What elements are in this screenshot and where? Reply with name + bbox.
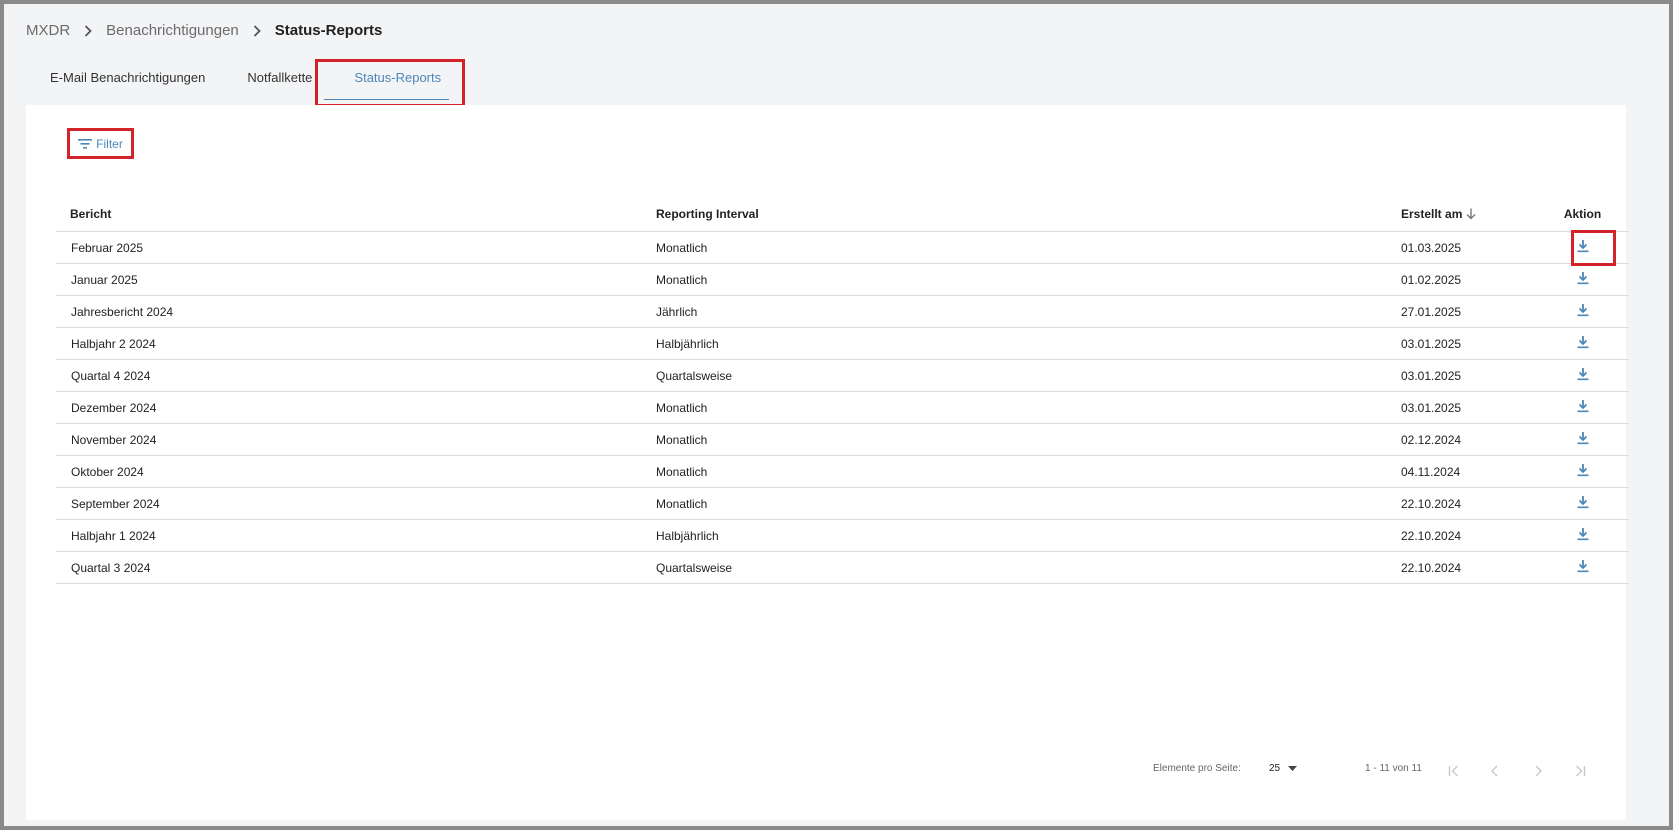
cell-interval: Monatlich [656, 231, 1401, 264]
cell-interval: Monatlich [656, 455, 1401, 488]
cell-aktion [1536, 519, 1629, 552]
table-row: Halbjahr 2 2024 Halbjährlich 03.01.2025 [56, 327, 1629, 360]
filter-icon [78, 138, 93, 150]
chevron-right-icon [253, 24, 261, 37]
breadcrumb-item-mxdr[interactable]: MXDR [26, 22, 70, 39]
cell-aktion [1536, 327, 1629, 360]
table-row: September 2024 Monatlich 22.10.2024 [56, 487, 1629, 520]
cell-interval: Quartalsweise [656, 551, 1401, 584]
first-page-icon[interactable] [1444, 761, 1464, 781]
cell-erstellt: 01.02.2025 [1401, 263, 1536, 296]
table-row: Dezember 2024 Monatlich 03.01.2025 [56, 391, 1629, 424]
tab-highlight-box [315, 59, 465, 107]
column-header-erstellt-label: Erstellt am [1401, 207, 1463, 221]
cell-aktion [1536, 487, 1629, 520]
cell-erstellt: 22.10.2024 [1401, 519, 1536, 552]
table-row: Halbjahr 1 2024 Halbjährlich 22.10.2024 [56, 519, 1629, 552]
tab-email-benachrichtigungen[interactable]: E-Mail Benachrichtigungen [50, 62, 205, 96]
download-icon[interactable] [1577, 335, 1589, 349]
page-range: 1 - 11 von 11 [1365, 763, 1422, 774]
cell-erstellt: 02.12.2024 [1401, 423, 1536, 456]
cell-interval: Halbjährlich [656, 327, 1401, 360]
cell-interval: Quartalsweise [656, 359, 1401, 392]
table-row: Quartal 3 2024 Quartalsweise 22.10.2024 [56, 551, 1629, 584]
cell-interval: Monatlich [656, 487, 1401, 520]
cell-erstellt: 22.10.2024 [1401, 551, 1536, 584]
cell-bericht: Januar 2025 [56, 263, 656, 296]
column-header-interval[interactable]: Reporting Interval [656, 197, 1401, 232]
download-icon[interactable] [1577, 463, 1589, 477]
pagination: Elemente pro Seite: 25 1 - 11 von 11 [26, 761, 1626, 781]
cell-erstellt: 03.01.2025 [1401, 391, 1536, 424]
filter-button[interactable]: Filter [67, 128, 134, 159]
cell-interval: Monatlich [656, 423, 1401, 456]
breadcrumb-item-benachrichtigungen[interactable]: Benachrichtigungen [106, 22, 239, 39]
cell-interval: Monatlich [656, 391, 1401, 424]
column-header-aktion: Aktion [1536, 197, 1629, 232]
table-header-row: Bericht Reporting Interval Erstellt am A… [56, 197, 1629, 232]
reports-table: Bericht Reporting Interval Erstellt am A… [56, 197, 1629, 584]
cell-bericht: Quartal 3 2024 [56, 551, 656, 584]
cell-aktion [1536, 391, 1629, 424]
cell-bericht: Oktober 2024 [56, 455, 656, 488]
cell-interval: Jährlich [656, 295, 1401, 328]
download-icon[interactable] [1577, 399, 1589, 413]
download-icon[interactable] [1577, 559, 1589, 573]
sort-arrow-down-icon[interactable] [1466, 208, 1476, 220]
last-page-icon[interactable] [1570, 761, 1590, 781]
cell-aktion [1536, 359, 1629, 392]
next-page-icon[interactable] [1528, 761, 1548, 781]
table-row: Jahresbericht 2024 Jährlich 27.01.2025 [56, 295, 1629, 328]
table-row: Januar 2025 Monatlich 01.02.2025 [56, 263, 1629, 296]
cell-erstellt: 03.01.2025 [1401, 327, 1536, 360]
cell-aktion [1536, 263, 1629, 296]
table-row: Februar 2025 Monatlich 01.03.2025 [56, 231, 1629, 264]
per-page-value: 25 [1269, 763, 1281, 774]
cell-bericht: Februar 2025 [56, 231, 656, 264]
chevron-right-icon [84, 24, 92, 37]
tab-notfallkette[interactable]: Notfallkette [247, 62, 312, 96]
column-header-erstellt[interactable]: Erstellt am [1401, 197, 1536, 232]
cell-bericht: Halbjahr 2 2024 [56, 327, 656, 360]
cell-bericht: Dezember 2024 [56, 391, 656, 424]
content-card: Filter Bericht Reporting Interval Erstel… [26, 105, 1629, 820]
per-page-label: Elemente pro Seite: [1153, 763, 1241, 774]
cell-bericht: Jahresbericht 2024 [56, 295, 656, 328]
cell-bericht: Halbjahr 1 2024 [56, 519, 656, 552]
cell-aktion [1536, 423, 1629, 456]
cell-bericht: Quartal 4 2024 [56, 359, 656, 392]
previous-page-icon[interactable] [1485, 761, 1505, 781]
download-icon[interactable] [1577, 303, 1589, 317]
cell-aktion [1536, 295, 1629, 328]
cell-erstellt: 27.01.2025 [1401, 295, 1536, 328]
cell-bericht: September 2024 [56, 487, 656, 520]
cell-erstellt: 01.03.2025 [1401, 231, 1536, 264]
breadcrumb-current: Status-Reports [274, 22, 383, 39]
table-row: Oktober 2024 Monatlich 04.11.2024 [56, 455, 1629, 488]
download-icon[interactable] [1577, 495, 1589, 509]
table-row: November 2024 Monatlich 02.12.2024 [56, 423, 1629, 456]
cell-bericht: November 2024 [56, 423, 656, 456]
per-page-select[interactable]: 25 [1269, 763, 1298, 774]
download-icon[interactable] [1577, 271, 1589, 285]
table-row: Quartal 4 2024 Quartalsweise 03.01.2025 [56, 359, 1629, 392]
cell-interval: Monatlich [656, 263, 1401, 296]
cell-erstellt: 03.01.2025 [1401, 359, 1536, 392]
caret-down-icon [1288, 766, 1298, 771]
cell-aktion [1536, 455, 1629, 488]
cell-interval: Halbjährlich [656, 519, 1401, 552]
filter-label: Filter [96, 136, 123, 151]
download-icon[interactable] [1577, 527, 1589, 541]
cell-aktion [1536, 551, 1629, 584]
download-icon[interactable] [1577, 431, 1589, 445]
column-header-bericht[interactable]: Bericht [56, 197, 656, 232]
cell-erstellt: 22.10.2024 [1401, 487, 1536, 520]
download-highlight-box [1571, 230, 1616, 266]
breadcrumb: MXDR Benachrichtigungen Status-Reports [26, 22, 382, 39]
cell-erstellt: 04.11.2024 [1401, 455, 1536, 488]
download-icon[interactable] [1577, 367, 1589, 381]
